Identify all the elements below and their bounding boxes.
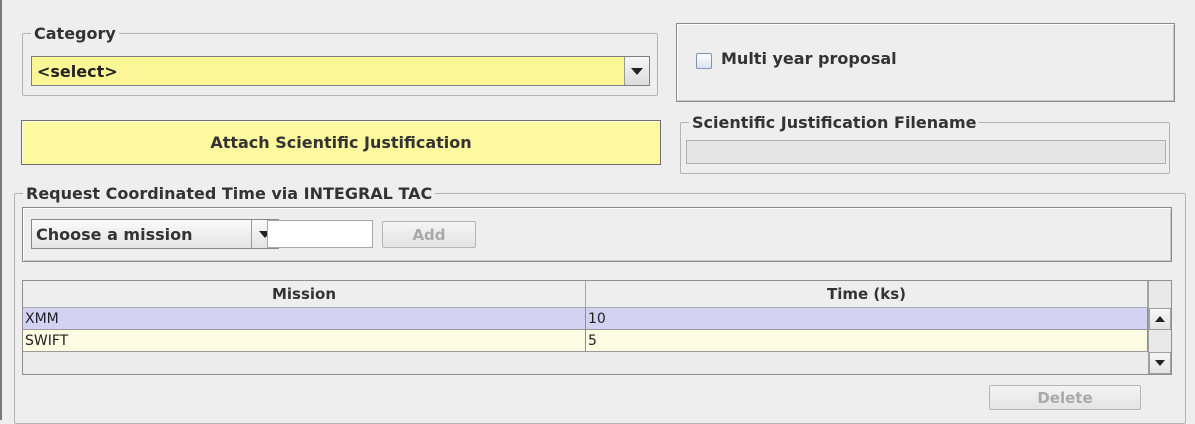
category-legend: Category: [34, 24, 116, 43]
table-scrollbar[interactable]: [1148, 281, 1171, 374]
table-row[interactable]: SWIFT 5: [23, 330, 1148, 351]
multi-year-panel: Multi year proposal: [676, 23, 1175, 102]
attach-justification-button[interactable]: Attach Scientific Justification: [21, 120, 661, 165]
row-divider: [23, 351, 1148, 352]
multi-year-label[interactable]: Multi year proposal: [721, 49, 897, 68]
table-cell-mission[interactable]: SWIFT: [23, 330, 586, 351]
arrow-down-icon: [1155, 360, 1165, 366]
table-cell-mission[interactable]: XMM: [23, 308, 586, 329]
chevron-down-icon[interactable]: [624, 57, 649, 85]
mission-table: Mission Time (ks) XMM 10 SWIFT 5: [22, 280, 1172, 375]
sci-filename-field: [686, 140, 1166, 164]
scroll-down-button[interactable]: [1149, 352, 1171, 374]
category-select[interactable]: <select>: [31, 56, 650, 86]
table-row[interactable]: XMM 10: [23, 308, 1148, 329]
mission-input-panel: Choose a mission Add: [22, 207, 1172, 262]
arrow-up-icon: [1155, 316, 1165, 322]
window-left-border: [0, 0, 2, 420]
mission-select-value: Choose a mission: [36, 224, 193, 244]
mission-time-input[interactable]: [267, 220, 373, 248]
table-cell-time[interactable]: 5: [586, 330, 1148, 351]
delete-button[interactable]: Delete: [989, 385, 1141, 410]
column-header-time[interactable]: Time (ks): [586, 281, 1148, 308]
table-cell-time[interactable]: 10: [586, 308, 1148, 329]
coordinated-time-legend: Request Coordinated Time via INTEGRAL TA…: [26, 184, 433, 203]
category-selected-value: <select>: [37, 61, 118, 81]
add-mission-button[interactable]: Add: [382, 221, 476, 248]
scroll-up-button[interactable]: [1149, 308, 1171, 330]
multi-year-checkbox[interactable]: [696, 53, 712, 69]
sci-filename-legend: Scientific Justification Filename: [692, 113, 977, 132]
column-header-mission[interactable]: Mission: [23, 281, 586, 308]
mission-select[interactable]: Choose a mission: [31, 219, 279, 249]
